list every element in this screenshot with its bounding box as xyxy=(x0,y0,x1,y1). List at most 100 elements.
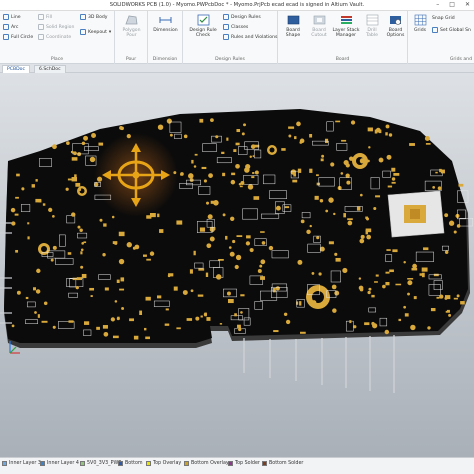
rules-violations-button[interactable]: Rules and Violations xyxy=(223,34,277,40)
rules-icon xyxy=(223,14,229,20)
layer-tab[interactable]: Top Overlay xyxy=(146,461,181,466)
pcb-pad xyxy=(50,258,54,262)
pcb-pad xyxy=(411,267,418,271)
classes-button[interactable]: Classes xyxy=(223,24,248,30)
pcb-pad xyxy=(252,155,255,157)
pcb-pad xyxy=(334,290,340,296)
pcb-pad xyxy=(275,205,281,211)
pcb-pad xyxy=(393,173,400,176)
place-3d-body-button[interactable]: 3D Body xyxy=(80,14,108,20)
pcb-pad xyxy=(27,222,30,225)
line-icon xyxy=(3,14,9,20)
pcb-pad xyxy=(119,288,125,291)
pcb-pad xyxy=(35,179,38,182)
pcb-pad xyxy=(330,162,335,167)
layer-tab[interactable]: Bottom xyxy=(118,461,143,466)
pcb-pad xyxy=(316,174,319,177)
layer-tab[interactable]: Top Solder xyxy=(228,461,260,466)
pcb-pad xyxy=(81,242,84,245)
pcb-pad xyxy=(250,144,256,149)
board-group: Board Shape Board Cutout Layer Stack Man… xyxy=(278,11,408,64)
pcb-pad xyxy=(75,286,79,290)
pcb-pad xyxy=(456,294,460,298)
snap-grid-button[interactable]: Snap Grid xyxy=(432,16,455,21)
set-global-snap-button[interactable]: Set Global Sn xyxy=(432,27,471,33)
pcb-pad xyxy=(245,164,251,170)
layer-color-swatch xyxy=(146,461,151,466)
pcb-pad xyxy=(195,316,200,321)
pcb-pad xyxy=(366,234,372,240)
pcb-pad xyxy=(34,311,37,314)
place-coordinate-button[interactable]: Coordinate xyxy=(38,34,71,40)
pcb-pad xyxy=(387,185,393,188)
pcb-pad xyxy=(365,216,369,219)
pcb-pad xyxy=(237,324,241,328)
layer-tab[interactable]: Inner Layer 3 xyxy=(2,461,41,466)
pcb-pad xyxy=(203,312,208,317)
pcb-pad xyxy=(71,212,76,217)
place-line-button[interactable]: Line xyxy=(3,14,21,20)
pcb-pad xyxy=(385,281,390,286)
layer-tab[interactable]: Inner Layer 4 xyxy=(40,461,79,466)
move-gizmo[interactable] xyxy=(94,133,178,217)
pcb-pad xyxy=(283,312,288,317)
pcb-pad xyxy=(118,231,125,237)
layer-tab[interactable]: 5V0_3V3_PWR xyxy=(80,461,122,466)
pcb-pad xyxy=(209,236,215,242)
tab-pcbdoc[interactable]: PCBDoc xyxy=(2,65,31,73)
minimize-button[interactable]: – xyxy=(436,1,439,8)
pcb-pad xyxy=(247,184,254,190)
pcb-pad xyxy=(84,321,90,325)
pcb-pad xyxy=(206,317,211,321)
place-keepout-button[interactable]: Keepout ▾ xyxy=(80,29,111,35)
pcb-pad xyxy=(392,249,398,253)
pcb-pad xyxy=(412,263,417,269)
pcb-pad xyxy=(37,314,40,318)
layer-name: Bottom xyxy=(125,461,143,466)
board-shape-button[interactable]: Board Shape xyxy=(281,14,305,38)
dimension-button[interactable]: Dimension xyxy=(151,14,180,33)
pcb-pad xyxy=(199,227,206,232)
tab-schdoc[interactable]: 6.SchDoc xyxy=(34,65,66,73)
layer-tab[interactable]: Bottom Overlay xyxy=(184,461,229,466)
place-solid-region-button[interactable]: Solid Region xyxy=(38,24,74,30)
layer-tab[interactable]: Bottom Solder xyxy=(262,461,303,466)
close-button[interactable]: ✕ xyxy=(465,1,470,8)
layer-name: Top Overlay xyxy=(153,461,182,466)
pcb-pad xyxy=(296,121,301,127)
place-full-circle-button[interactable]: Full Circle xyxy=(3,34,33,40)
pcb-pad xyxy=(359,238,365,244)
pcb-pad xyxy=(296,301,299,305)
pcb-pad xyxy=(80,248,84,252)
pcb-pad xyxy=(112,241,118,245)
pcb-pad xyxy=(246,235,251,239)
pcb-pad xyxy=(133,335,139,340)
pcb-pad xyxy=(252,172,255,174)
board-cutout-button[interactable]: Board Cutout xyxy=(307,14,331,38)
pcb-pad xyxy=(119,125,123,130)
design-rule-check-button[interactable]: Design Rule Check xyxy=(186,14,220,38)
pcb-pad xyxy=(285,319,291,325)
pcb-3d-view[interactable] xyxy=(0,73,474,457)
pcb-pad xyxy=(65,187,69,191)
drill-table-button[interactable]: Drill Table xyxy=(361,14,383,38)
pcb-pad xyxy=(157,124,164,130)
polygon-pour-button[interactable]: Polygon Pour xyxy=(118,14,145,38)
place-fill-button[interactable]: Fill xyxy=(38,14,52,20)
pcb-pad xyxy=(432,186,436,189)
maximize-button[interactable]: □ xyxy=(449,1,455,8)
pcb-pad xyxy=(11,221,16,226)
place-arc-button[interactable]: Arc xyxy=(3,24,18,30)
pcb-pad xyxy=(198,268,205,271)
layer-stack-manager-button[interactable]: Layer Stack Manager xyxy=(332,14,360,38)
grids-button[interactable]: Grids xyxy=(410,14,430,33)
pcb-pad xyxy=(318,272,322,276)
design-rules-button[interactable]: Design Rules xyxy=(223,14,261,20)
pcb-pad xyxy=(159,229,164,233)
pcb-3d-canvas[interactable] xyxy=(0,73,474,457)
pcb-pad xyxy=(299,138,305,144)
pcb-pad xyxy=(241,132,245,136)
pcb-pad xyxy=(182,290,188,296)
board-options-button[interactable]: Board Options xyxy=(384,14,407,38)
pcb-pad xyxy=(117,316,120,320)
